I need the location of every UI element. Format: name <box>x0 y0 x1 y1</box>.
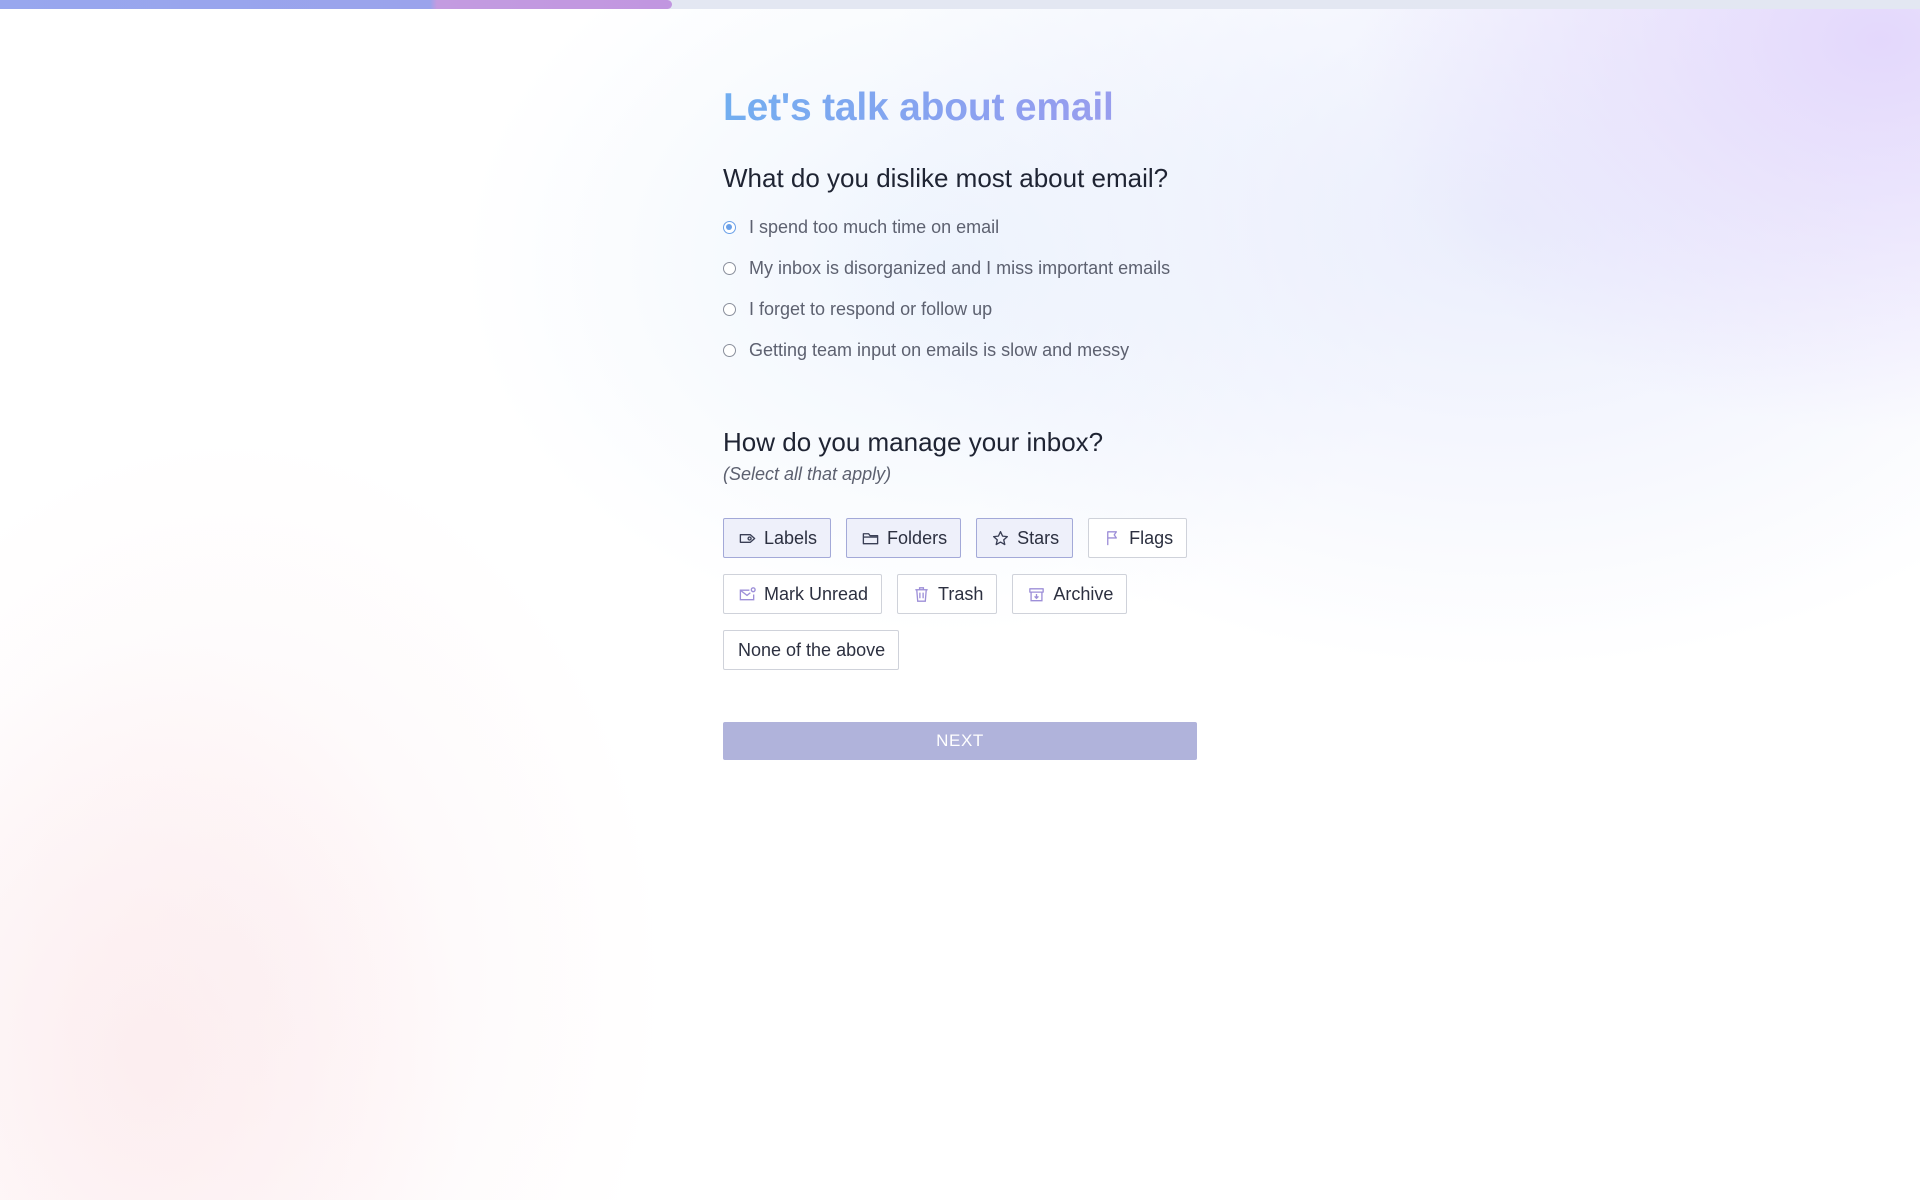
chip-labels[interactable]: Labels <box>723 518 832 558</box>
star-icon <box>991 529 1010 548</box>
inbox-method-options: Labels Folders Stars Flags Mark Unread T… <box>723 518 1203 670</box>
chip-label: Trash <box>938 583 984 604</box>
chip-label: None of the above <box>738 639 886 660</box>
radio-label: I spend too much time on email <box>749 217 1000 237</box>
flag-icon <box>1103 529 1122 548</box>
page-title: Let's talk about email <box>723 84 1203 132</box>
trash-icon <box>912 585 931 604</box>
chip-label: Stars <box>1017 527 1060 548</box>
radio-button[interactable] <box>723 221 736 234</box>
label-icon <box>738 529 757 548</box>
radio-label: My inbox is disorganized and I miss impo… <box>749 258 1171 278</box>
radio-label: I forget to respond or follow up <box>749 299 993 319</box>
chip-label: Folders <box>887 527 948 548</box>
chip-none-of-the-above[interactable]: None of the above <box>723 630 900 670</box>
progress-bar <box>0 0 1920 9</box>
folder-icon <box>861 529 880 548</box>
radio-option-time[interactable]: I spend too much time on email <box>723 207 1203 248</box>
question-manage-inbox: How do you manage your inbox? <box>723 427 1104 457</box>
mark-unread-icon <box>738 585 757 604</box>
radio-button[interactable] <box>723 262 736 275</box>
radio-button[interactable] <box>723 303 736 316</box>
radio-label: Getting team input on emails is slow and… <box>749 340 1130 360</box>
chip-stars[interactable]: Stars <box>976 518 1074 558</box>
radio-option-forget[interactable]: I forget to respond or follow up <box>723 289 1203 330</box>
radio-option-team-input[interactable]: Getting team input on emails is slow and… <box>723 330 1203 371</box>
select-all-hint: (Select all that apply) <box>723 464 892 484</box>
chip-trash[interactable]: Trash <box>897 574 998 614</box>
next-button[interactable]: NEXT <box>723 722 1197 760</box>
chip-flags[interactable]: Flags <box>1088 518 1188 558</box>
radio-button[interactable] <box>723 344 736 357</box>
survey-form: Let's talk about email What do you disli… <box>723 84 1203 760</box>
chip-label: Mark Unread <box>764 583 869 604</box>
progress-fill <box>0 0 672 9</box>
dislike-options: I spend too much time on email My inbox … <box>723 207 1203 371</box>
chip-folders[interactable]: Folders <box>846 518 962 558</box>
question-dislike: What do you dislike most about email? <box>723 163 1169 193</box>
radio-option-disorganized[interactable]: My inbox is disorganized and I miss impo… <box>723 248 1203 289</box>
archive-icon <box>1027 585 1046 604</box>
chip-label: Archive <box>1053 583 1114 604</box>
chip-archive[interactable]: Archive <box>1012 574 1128 614</box>
chip-label: Labels <box>764 527 818 548</box>
chip-label: Flags <box>1129 527 1174 548</box>
chip-mark-unread[interactable]: Mark Unread <box>723 574 883 614</box>
